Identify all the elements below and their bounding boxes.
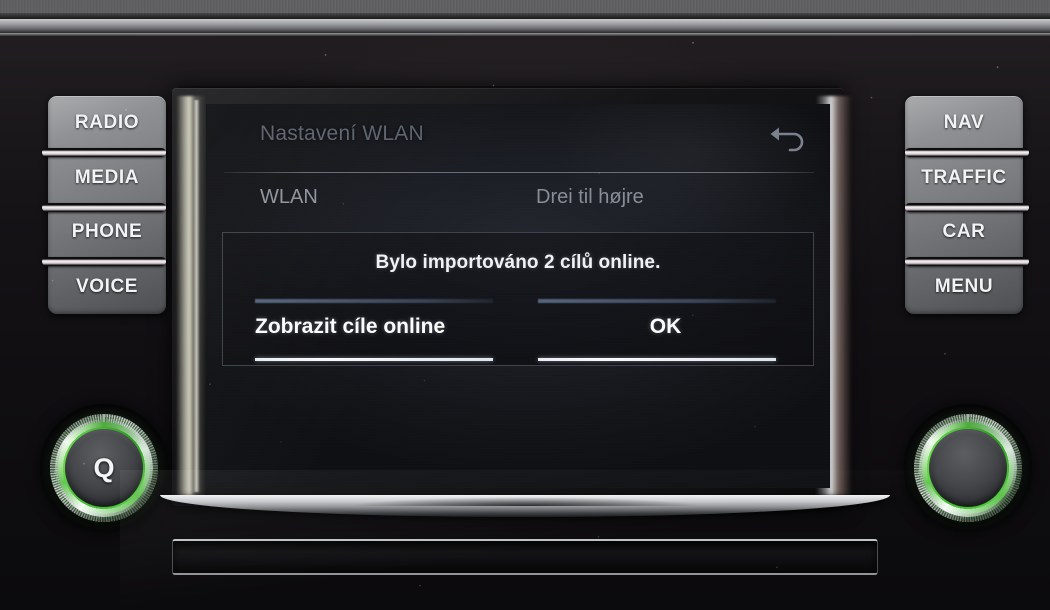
button-media-label: MEDIA (74, 166, 140, 188)
button-car[interactable]: CAR (905, 205, 1023, 260)
button-radio-label: RADIO (74, 112, 140, 134)
button-nav[interactable]: NAV (905, 96, 1023, 151)
power-volume-knob[interactable]: Q (40, 404, 168, 532)
button-separator (905, 257, 1029, 266)
display-screen[interactable]: Nastavení WLAN WLAN Drei til højre Bylo … (206, 104, 830, 488)
button-media[interactable]: MEDIA (48, 151, 166, 206)
wlan-row-label: WLAN (260, 186, 318, 208)
infotainment-head-unit: Nastavení WLAN WLAN Drei til højre Bylo … (0, 0, 1050, 610)
back-arrow-icon[interactable] (766, 124, 808, 154)
button-top-rule (538, 299, 776, 303)
button-separator (42, 202, 166, 212)
button-bottom-rule (538, 358, 776, 361)
button-separator (905, 202, 1029, 212)
dashboard-trim-strip (0, 0, 1050, 19)
header-divider (224, 172, 814, 173)
button-top-rule (255, 299, 493, 303)
button-phone[interactable]: PHONE (48, 205, 166, 260)
button-nav-label: NAV (943, 112, 985, 134)
knob-cap[interactable]: Q (65, 429, 143, 507)
cd-slot[interactable] (172, 539, 878, 575)
button-menu-label: MENU (934, 275, 994, 297)
button-voice[interactable]: VOICE (48, 260, 166, 315)
tune-scroll-knob[interactable] (904, 404, 1032, 532)
button-bottom-rule (255, 358, 493, 361)
right-button-panel: NAV TRAFFIC CAR MENU (905, 96, 1029, 315)
show-online-destinations-button[interactable]: Zobrazit cíle online (223, 295, 518, 367)
button-separator (42, 257, 166, 266)
power-icon: Q (93, 452, 115, 483)
screen-header: Nastavení WLAN (206, 122, 830, 164)
button-radio[interactable]: RADIO (48, 96, 166, 151)
button-separator (42, 148, 166, 157)
button-car-label: CAR (942, 221, 986, 243)
button-menu[interactable]: MENU (905, 260, 1023, 315)
dialog-button-row: Zobrazit cíle online OK (223, 295, 813, 367)
wlan-row-value: Drei til højre (536, 186, 644, 208)
show-online-destinations-label: Zobrazit cíle online (255, 315, 446, 338)
button-traffic[interactable]: TRAFFIC (905, 151, 1023, 206)
button-traffic-label: TRAFFIC (921, 166, 1007, 188)
chrome-top-trim (0, 19, 1050, 33)
button-voice-label: VOICE (75, 275, 139, 297)
ok-button[interactable]: OK (518, 295, 813, 367)
page-title: Nastavení WLAN (260, 122, 424, 145)
wlan-settings-row[interactable]: WLAN Drei til højre (206, 186, 830, 220)
dialog-message: Bylo importováno 2 cílů online. (375, 252, 661, 273)
left-button-panel: RADIO MEDIA PHONE VOICE (42, 96, 166, 315)
screen-bezel-left-highlight (193, 100, 200, 492)
knob-cap[interactable] (929, 429, 1007, 507)
button-separator (905, 148, 1029, 157)
button-phone-label: PHONE (71, 221, 143, 243)
ok-button-label: OK (649, 315, 682, 338)
screen-bezel-left-chrome (176, 96, 206, 496)
import-dialog: Bylo importováno 2 cílů online. Zobrazit… (222, 232, 814, 366)
